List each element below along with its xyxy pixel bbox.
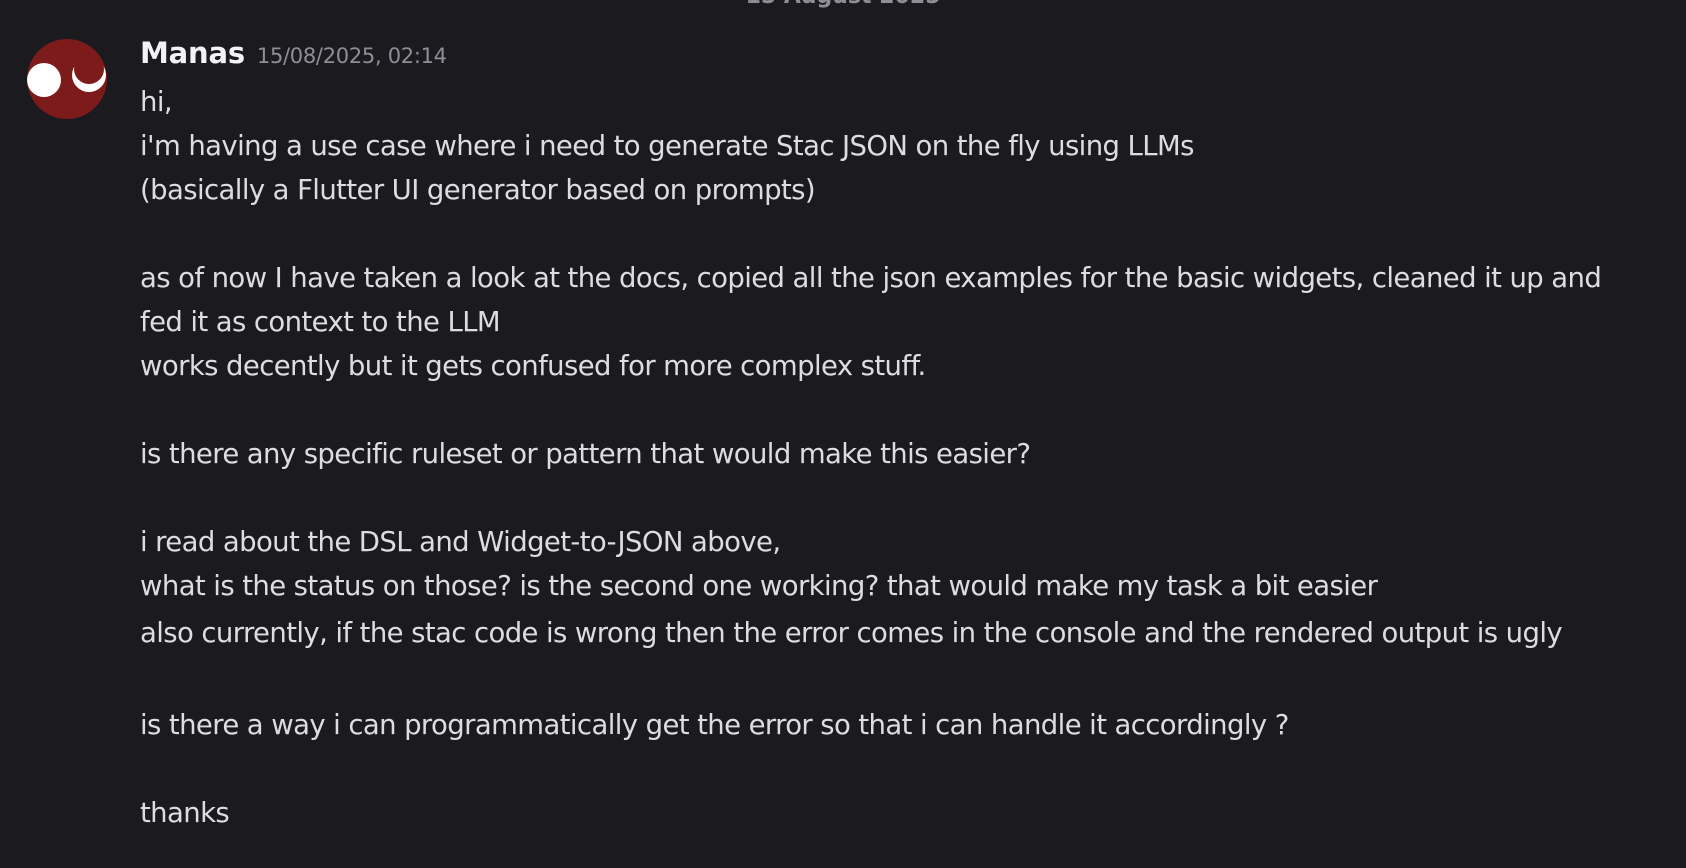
username[interactable]: Manas [140,36,245,70]
message-content: hi, i'm having a use case where i need t… [140,80,1660,835]
message-line: what is the status on those? is the seco… [140,570,1378,602]
message-line [140,388,1660,432]
message-line: is there any specific ruleset or pattern… [140,438,1031,470]
message-line [140,476,1660,520]
message-line [140,659,1660,703]
message-line: i read about the DSL and Widget-to-JSON … [140,526,781,558]
message-line [140,747,1660,791]
avatar-eyes-icon [27,54,106,97]
date-divider: 15 August 2025 [0,0,1686,8]
message-line: (basically a Flutter UI generator based … [140,174,816,206]
message-line: is there a way i can programmatically ge… [140,709,1289,741]
avatar[interactable] [27,39,107,119]
message-line [140,212,1660,256]
message-line: hi, [140,86,173,118]
message-header: Manas 15/08/2025, 02:14 [140,36,447,76]
message-line: fed it as context to the LLM [140,306,501,338]
timestamp[interactable]: 15/08/2025, 02:14 [257,44,447,68]
message-line: as of now I have taken a look at the doc… [140,262,1602,294]
message-line: thanks [140,797,230,829]
message-line: i'm having a use case where i need to ge… [140,130,1194,162]
chat-view: 15 August 2025 Manas 15/08/2025, 02:14 hi… [0,0,1686,868]
message-line: works decently but it gets confused for … [140,350,926,382]
message-line: also currently, if the stac code is wron… [140,617,1563,649]
